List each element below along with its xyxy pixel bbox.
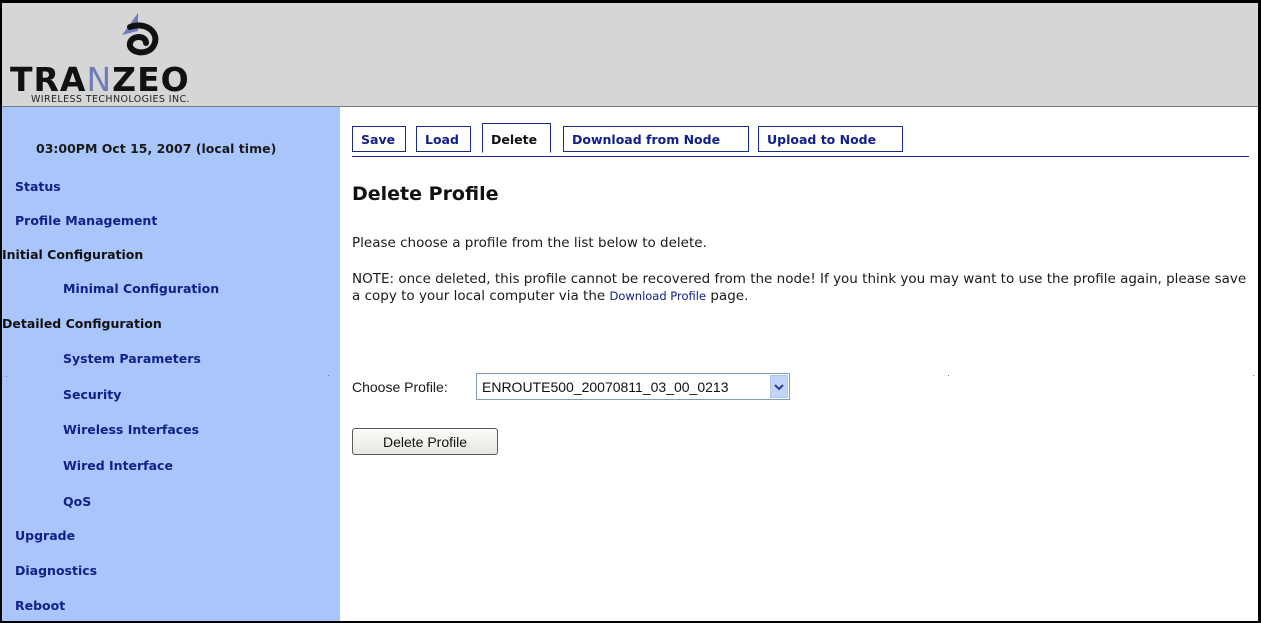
sidebar-item-qos[interactable]: QoS xyxy=(63,494,91,509)
sidebar-item-system-parameters[interactable]: System Parameters xyxy=(63,351,201,366)
sidebar-item-upgrade[interactable]: Upgrade xyxy=(15,528,75,543)
chevron-down-icon[interactable] xyxy=(770,375,788,398)
delete-profile-button[interactable]: Delete Profile xyxy=(352,428,498,455)
download-profile-link[interactable]: Download Profile xyxy=(609,289,706,303)
sidebar-item-profile-management[interactable]: Profile Management xyxy=(15,213,157,228)
tab-upload-to-node[interactable]: Upload to Node xyxy=(758,126,903,152)
profile-tabs: Save Load Delete Download from Node Uplo… xyxy=(352,123,1249,157)
tranzeo-swirl-icon xyxy=(122,13,159,56)
brand-tagline: WIRELESS TECHNOLOGIES INC. xyxy=(31,94,190,105)
sidebar: 03:00PM Oct 15, 2007 (local time) Status… xyxy=(2,107,340,621)
note-text: NOTE: once deleted, this profile cannot … xyxy=(352,271,1252,305)
sidebar-item-reboot[interactable]: Reboot xyxy=(15,598,65,613)
profile-select-value: ENROUTE500_20070811_03_00_0213 xyxy=(482,379,729,395)
tranzeo-logo[interactable]: TRANZEO WIRELESS TECHNOLOGIES INC. xyxy=(10,13,280,105)
sidebar-item-security[interactable]: Security xyxy=(63,387,121,402)
tab-save[interactable]: Save xyxy=(352,126,406,152)
sidebar-heading-initial-configuration: Initial Configuration xyxy=(2,247,144,262)
note-text-start: NOTE: once deleted, this profile cannot … xyxy=(352,271,1247,304)
main-content: Save Load Delete Download from Node Uplo… xyxy=(340,107,1258,621)
content-artifact xyxy=(1253,375,1254,376)
sidebar-item-minimal-configuration[interactable]: Minimal Configuration xyxy=(63,281,219,296)
tab-delete[interactable]: Delete xyxy=(482,123,551,153)
brand-wordmark: TRANZEO xyxy=(10,60,190,99)
local-time: 03:00PM Oct 15, 2007 (local time) xyxy=(36,141,277,156)
sidebar-item-wireless-interfaces[interactable]: Wireless Interfaces xyxy=(63,422,199,437)
app-frame: TRANZEO WIRELESS TECHNOLOGIES INC. 03:00… xyxy=(0,0,1261,623)
sidebar-item-diagnostics[interactable]: Diagnostics xyxy=(15,563,97,578)
note-text-end: page. xyxy=(706,288,749,304)
sidebar-item-status[interactable]: Status xyxy=(15,179,61,194)
content-artifact xyxy=(948,375,949,376)
choose-profile-label: Choose Profile: xyxy=(352,379,448,395)
profile-select[interactable]: ENROUTE500_20070811_03_00_0213 xyxy=(476,373,790,400)
sidebar-heading-detailed-configuration: Detailed Configuration xyxy=(2,316,162,331)
header-banner: TRANZEO WIRELESS TECHNOLOGIES INC. xyxy=(2,3,1258,107)
page-title: Delete Profile xyxy=(352,183,499,205)
tab-load[interactable]: Load xyxy=(416,126,471,152)
sidebar-item-wired-interface[interactable]: Wired Interface xyxy=(63,458,173,473)
sidebar-artifact xyxy=(328,375,329,376)
sidebar-artifact xyxy=(6,376,7,377)
tab-download-from-node[interactable]: Download from Node xyxy=(563,126,749,152)
intro-text: Please choose a profile from the list be… xyxy=(352,235,707,251)
